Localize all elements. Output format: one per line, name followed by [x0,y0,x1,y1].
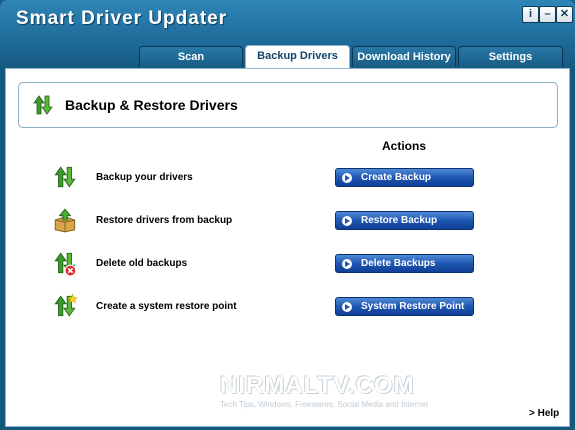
close-button[interactable]: ✕ [556,6,573,23]
app-window: Smart Driver Updater i – ✕ Scan Backup D… [0,0,575,430]
page-title: Backup & Restore Drivers [65,97,238,113]
arrow-right-icon [342,301,352,312]
content-panel: Backup & Restore Drivers Actions Backup … [5,68,570,427]
tab-download-history[interactable]: Download History [352,46,456,67]
restore-box-icon [54,208,76,233]
restore-point-icon [54,293,78,317]
delete-backup-icon [54,252,77,276]
system-restore-point-button[interactable]: System Restore Point [335,297,474,316]
info-button[interactable]: i [522,6,539,23]
row-label-restore-point: Create a system restore point [96,301,237,312]
tab-scan[interactable]: Scan [139,46,243,67]
watermark-subtext: Tech Tips, Windows, Freewares, Social Me… [220,400,429,409]
arrow-right-icon [342,172,352,183]
row-label-restore: Restore drivers from backup [96,215,233,226]
restore-backup-button[interactable]: Restore Backup [335,211,474,230]
create-backup-button[interactable]: Create Backup [335,168,474,187]
backup-arrows-icon [33,95,53,115]
section-header: Backup & Restore Drivers [18,82,558,128]
help-link[interactable]: > Help [529,408,559,419]
minimize-button[interactable]: – [539,6,556,23]
delete-backups-button[interactable]: Delete Backups [335,254,474,273]
backup-arrows-icon [54,166,76,188]
watermark-text: NIRMALTV.COM [220,372,415,399]
row-label-delete: Delete old backups [96,258,188,269]
arrow-right-icon [342,258,352,269]
app-title: Smart Driver Updater [16,8,228,29]
arrow-right-icon [342,215,352,226]
tab-settings[interactable]: Settings [458,46,563,67]
row-label-backup: Backup your drivers [96,172,193,183]
actions-heading: Actions [382,139,427,153]
tab-backup-drivers[interactable]: Backup Drivers [245,45,350,69]
